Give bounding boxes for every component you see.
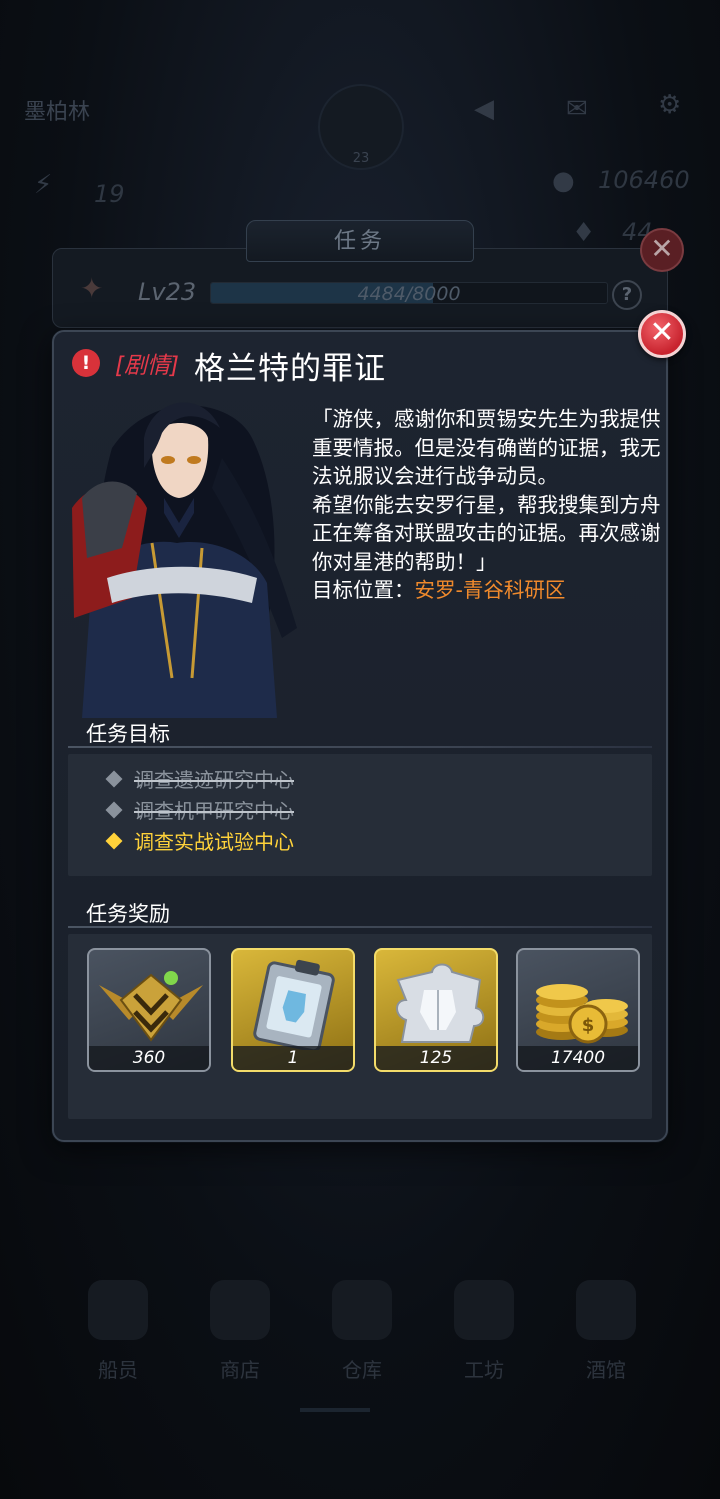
close-button[interactable]: ✕ [638,310,686,358]
quest-description-paragraph-2: 希望你能去安罗行星，帮我搜集到方舟正在筹备对联盟攻击的证据。再次感谢你对星港的帮… [312,492,661,574]
rank-badge-icon [99,971,203,1042]
reward-armor-fragment[interactable]: 125 [374,948,498,1072]
reward-rank-badge[interactable]: 360 [87,948,211,1072]
objective-item-active: 调查实战试验中心 [105,826,294,855]
diamond-bullet-icon [105,801,123,819]
rewards-divider [68,926,652,928]
reward-amount: 360 [89,1046,209,1070]
shop-icon [210,1280,270,1340]
xp-text: 4484/8000 [357,283,461,304]
reward-blueprint[interactable]: 1 [231,948,355,1072]
character-portrait [52,378,302,718]
gear-icon: ⚙ [658,90,682,120]
objectives-divider [68,746,652,748]
help-button[interactable]: ? [612,280,642,310]
level-label: Lv23 [138,278,197,306]
alert-icon: ! [72,349,100,377]
energy-icon: ⚡ [34,170,53,200]
rank-emblem-icon: ✦ [80,272,104,305]
xp-progress-bar: 4484/8000 [210,282,608,304]
player-name: 墨柏林 [24,100,91,125]
player-emblem: 23 [318,84,404,170]
nav-tavern-label: 酒馆 [586,1358,626,1382]
diamond-bullet-icon [105,770,123,788]
nav-crew-label: 船员 [98,1358,138,1382]
nav-warehouse[interactable]: 仓库 [312,1270,412,1383]
reward-amount: 125 [376,1046,496,1070]
tavern-icon [576,1280,636,1340]
gold-coins-icon: $ [536,984,628,1044]
nav-tavern[interactable]: 酒馆 [556,1270,656,1383]
mail-icon: ✉ [566,94,588,124]
stat-left: 19 [94,180,125,208]
nav-shop[interactable]: 商店 [190,1270,290,1383]
nav-crew[interactable]: 船员 [68,1270,168,1383]
warehouse-icon [332,1280,392,1340]
objective-item-done: 调查机甲研究中心 [105,795,294,824]
target-location-value[interactable]: 安罗-青谷科研区 [415,578,566,602]
character-portrait-art [72,402,297,718]
quest-type-tag: [剧情] [115,353,179,379]
quest-panel-close-button[interactable]: ✕ [640,228,684,272]
quest-description: 「游侠，感谢你和贾锡安先生为我提供重要情报。但是没有确凿的证据，我无法说服议会进… [312,405,664,605]
reward-amount: 17400 [518,1046,638,1070]
reward-amount: 1 [233,1046,353,1070]
objectives-title: 任务目标 [86,722,170,746]
bottom-nav: 船员 商店 仓库 工坊 酒馆 [0,1270,720,1420]
gem-icon: ♦ [572,218,596,248]
objective-text: 调查机甲研究中心 [134,799,294,823]
quest-description-paragraph-1: 「游侠，感谢你和贾锡安先生为我提供重要情报。但是没有确凿的证据，我无法说服议会进… [312,407,661,488]
diamond-bullet-icon [105,832,123,850]
emblem-level: 23 [352,151,370,166]
crew-icon [88,1280,148,1340]
coin-count: 106460 [598,166,690,194]
reward-gold-coins[interactable]: $ 17400 [516,948,640,1072]
coin-stack-icon: ● [552,166,575,196]
rewards-title: 任务奖励 [86,902,170,926]
speaker-icon: ◀︎ [474,94,494,124]
nav-workshop-label: 工坊 [464,1358,504,1382]
nav-shop-label: 商店 [220,1358,260,1382]
target-location-line: 目标位置：安罗-青谷科研区 [312,576,664,605]
workshop-icon [454,1280,514,1340]
objective-item-done: 调查遗迹研究中心 [105,764,294,793]
blueprint-clipboard-icon [253,959,335,1050]
nav-workshop[interactable]: 工坊 [434,1270,534,1383]
objective-text: 调查实战试验中心 [134,830,294,854]
quest-panel-title: 任务 [246,220,474,262]
objective-text: 调查遗迹研究中心 [134,768,294,792]
nav-active-indicator [300,1408,370,1412]
svg-text:$: $ [582,1015,595,1036]
nav-warehouse-label: 仓库 [342,1358,382,1382]
armor-puzzle-piece-icon [396,963,485,1043]
target-location-label: 目标位置： [312,578,415,602]
